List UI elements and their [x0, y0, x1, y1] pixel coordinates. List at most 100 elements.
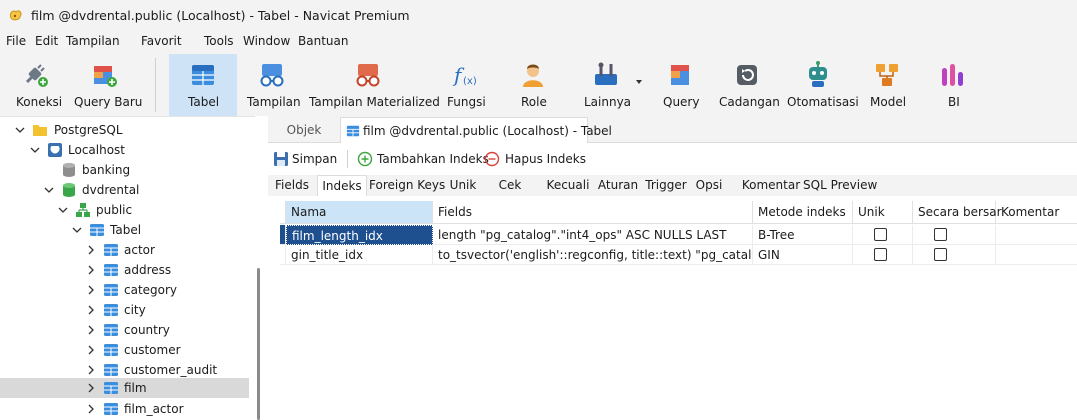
tree-item-category[interactable]: category: [0, 280, 249, 300]
materialized-view-button[interactable]: Tampilan Materialized: [309, 54, 440, 116]
column-header-method[interactable]: Metode indeks: [753, 201, 853, 224]
chevron-right-icon[interactable]: [86, 245, 96, 255]
table-row[interactable]: gin_title_idx to_tsvector('english'::reg…: [280, 245, 1077, 265]
tree-item-tables[interactable]: Tabel: [0, 220, 249, 240]
tree-item-public[interactable]: public: [0, 200, 249, 220]
index-name-cell[interactable]: gin_title_idx: [286, 245, 433, 265]
chevron-down-icon[interactable]: [72, 225, 82, 235]
index-action-bar: Simpan Tambahkan Indeks Hapus Indeks: [268, 143, 1077, 175]
table-icon: [104, 264, 118, 276]
tab-excludes[interactable]: Kecuali: [545, 175, 591, 196]
chevron-right-icon[interactable]: [86, 285, 96, 295]
column-header-concurrent[interactable]: Secara bersar: [913, 201, 1002, 224]
tab-foreign-keys[interactable]: Foreign Keys: [369, 175, 445, 196]
chevron-down-icon[interactable]: [636, 80, 642, 84]
chevron-right-icon[interactable]: [86, 383, 96, 393]
unique-checkbox[interactable]: [874, 228, 887, 241]
chevron-right-icon[interactable]: [86, 305, 96, 315]
tab-comment[interactable]: Komentar: [741, 175, 801, 196]
add-index-button[interactable]: Tambahkan Indeks: [377, 152, 489, 166]
menu-favorites[interactable]: Favorit: [141, 34, 182, 48]
connection-button[interactable]: Koneksi: [10, 54, 62, 116]
query-button[interactable]: Query: [660, 54, 700, 116]
tab-triggers[interactable]: Trigger: [644, 175, 688, 196]
menu-tools[interactable]: Tools: [204, 34, 234, 48]
tree-item-film-actor[interactable]: film_actor: [0, 399, 249, 419]
index-fields-cell[interactable]: length "pg_catalog"."int4_ops" ASC NULLS…: [433, 225, 753, 245]
add-circle-icon: [357, 151, 373, 167]
tree-label: dvdrental: [82, 183, 140, 197]
others-button[interactable]: Lainnya: [582, 54, 631, 116]
concurrent-checkbox[interactable]: [934, 248, 947, 261]
chevron-right-icon[interactable]: [86, 325, 96, 335]
new-query-button[interactable]: Query Baru: [72, 54, 142, 116]
tree-item-city[interactable]: city: [0, 300, 249, 320]
tab-rules[interactable]: Aturan: [596, 175, 640, 196]
tree-item-localhost[interactable]: Localhost: [0, 140, 249, 160]
index-comment-cell[interactable]: [996, 245, 1077, 265]
function-button[interactable]: f (x) Fungsi: [445, 54, 486, 116]
chevron-right-icon[interactable]: [86, 345, 96, 355]
chevron-down-icon[interactable]: [44, 185, 54, 195]
tab-options[interactable]: Opsi: [692, 175, 726, 196]
concurrent-checkbox[interactable]: [934, 228, 947, 241]
tree-item-film[interactable]: film: [0, 378, 249, 398]
tree-label: city: [124, 303, 146, 317]
tab-sql-preview[interactable]: SQL Preview: [803, 175, 877, 196]
column-header-fields[interactable]: Fields: [433, 201, 753, 224]
chevron-right-icon[interactable]: [86, 365, 96, 375]
table-row[interactable]: film_length_idx length "pg_catalog"."int…: [280, 225, 1077, 245]
bi-label: BI: [948, 95, 960, 109]
tree-item-address[interactable]: address: [0, 260, 249, 280]
delete-index-button[interactable]: Hapus Indeks: [505, 152, 586, 166]
backup-button[interactable]: Cadangan: [718, 54, 780, 116]
menu-file[interactable]: File: [6, 34, 26, 48]
chevron-down-icon[interactable]: [15, 125, 25, 135]
new-query-label: Query Baru: [74, 95, 143, 109]
tree-label: film_actor: [124, 402, 184, 416]
model-button[interactable]: Model: [868, 54, 906, 116]
chevron-right-icon[interactable]: [86, 265, 96, 275]
tree-item-customer-audit[interactable]: customer_audit: [0, 360, 249, 380]
index-method-cell[interactable]: GIN: [753, 245, 853, 265]
tab-film-table[interactable]: film @dvdrental.public (Localhost) - Tab…: [340, 117, 612, 143]
index-method-cell[interactable]: B-Tree: [753, 225, 853, 245]
index-fields-cell[interactable]: to_tsvector('english'::regconfig, title:…: [433, 245, 753, 265]
column-header-name[interactable]: Nama: [286, 201, 433, 224]
role-button[interactable]: Role: [517, 54, 549, 116]
table-button[interactable]: Tabel: [169, 54, 237, 116]
tree-item-banking[interactable]: banking: [0, 160, 249, 180]
model-label: Model: [870, 95, 907, 109]
menu-edit[interactable]: Edit: [35, 34, 58, 48]
index-name-cell[interactable]: film_length_idx: [286, 225, 433, 245]
tab-fields[interactable]: Fields: [271, 175, 313, 196]
tree-item-dvdrental[interactable]: dvdrental: [0, 180, 249, 200]
query-label: Query: [663, 95, 700, 109]
tree-item-customer[interactable]: customer: [0, 340, 249, 360]
bi-button[interactable]: BI: [938, 54, 968, 116]
column-header-unique[interactable]: Unik: [853, 201, 913, 224]
save-button[interactable]: Simpan: [292, 152, 337, 166]
menu-view[interactable]: Tampilan: [66, 34, 120, 48]
index-comment-cell[interactable]: [996, 225, 1077, 245]
tree-item-postgresql[interactable]: PostgreSQL: [0, 120, 249, 140]
grid-header: Nama Fields Metode indeks Unik Secara be…: [280, 201, 1077, 224]
menu-window[interactable]: Window: [243, 34, 290, 48]
tree-item-actor[interactable]: actor: [0, 240, 249, 260]
chevron-down-icon[interactable]: [30, 145, 40, 155]
unique-checkbox[interactable]: [874, 248, 887, 261]
database-green-icon: [63, 183, 75, 197]
chevron-right-icon[interactable]: [86, 404, 96, 414]
automation-button[interactable]: Otomatisasi: [785, 54, 859, 116]
column-header-comment[interactable]: Komentar: [996, 201, 1077, 224]
tree-item-country[interactable]: country: [0, 320, 249, 340]
tab-objects[interactable]: Objek: [268, 117, 340, 143]
tab-unique[interactable]: Unik: [449, 175, 477, 196]
table-icon: [104, 364, 118, 376]
sidebar-scrollbar[interactable]: [257, 268, 260, 420]
tab-checks[interactable]: Cek: [496, 175, 524, 196]
view-button[interactable]: Tampilan: [244, 54, 301, 116]
menu-help[interactable]: Bantuan: [298, 34, 348, 48]
tab-indexes[interactable]: Indeks: [317, 175, 367, 196]
chevron-down-icon[interactable]: [58, 205, 68, 215]
